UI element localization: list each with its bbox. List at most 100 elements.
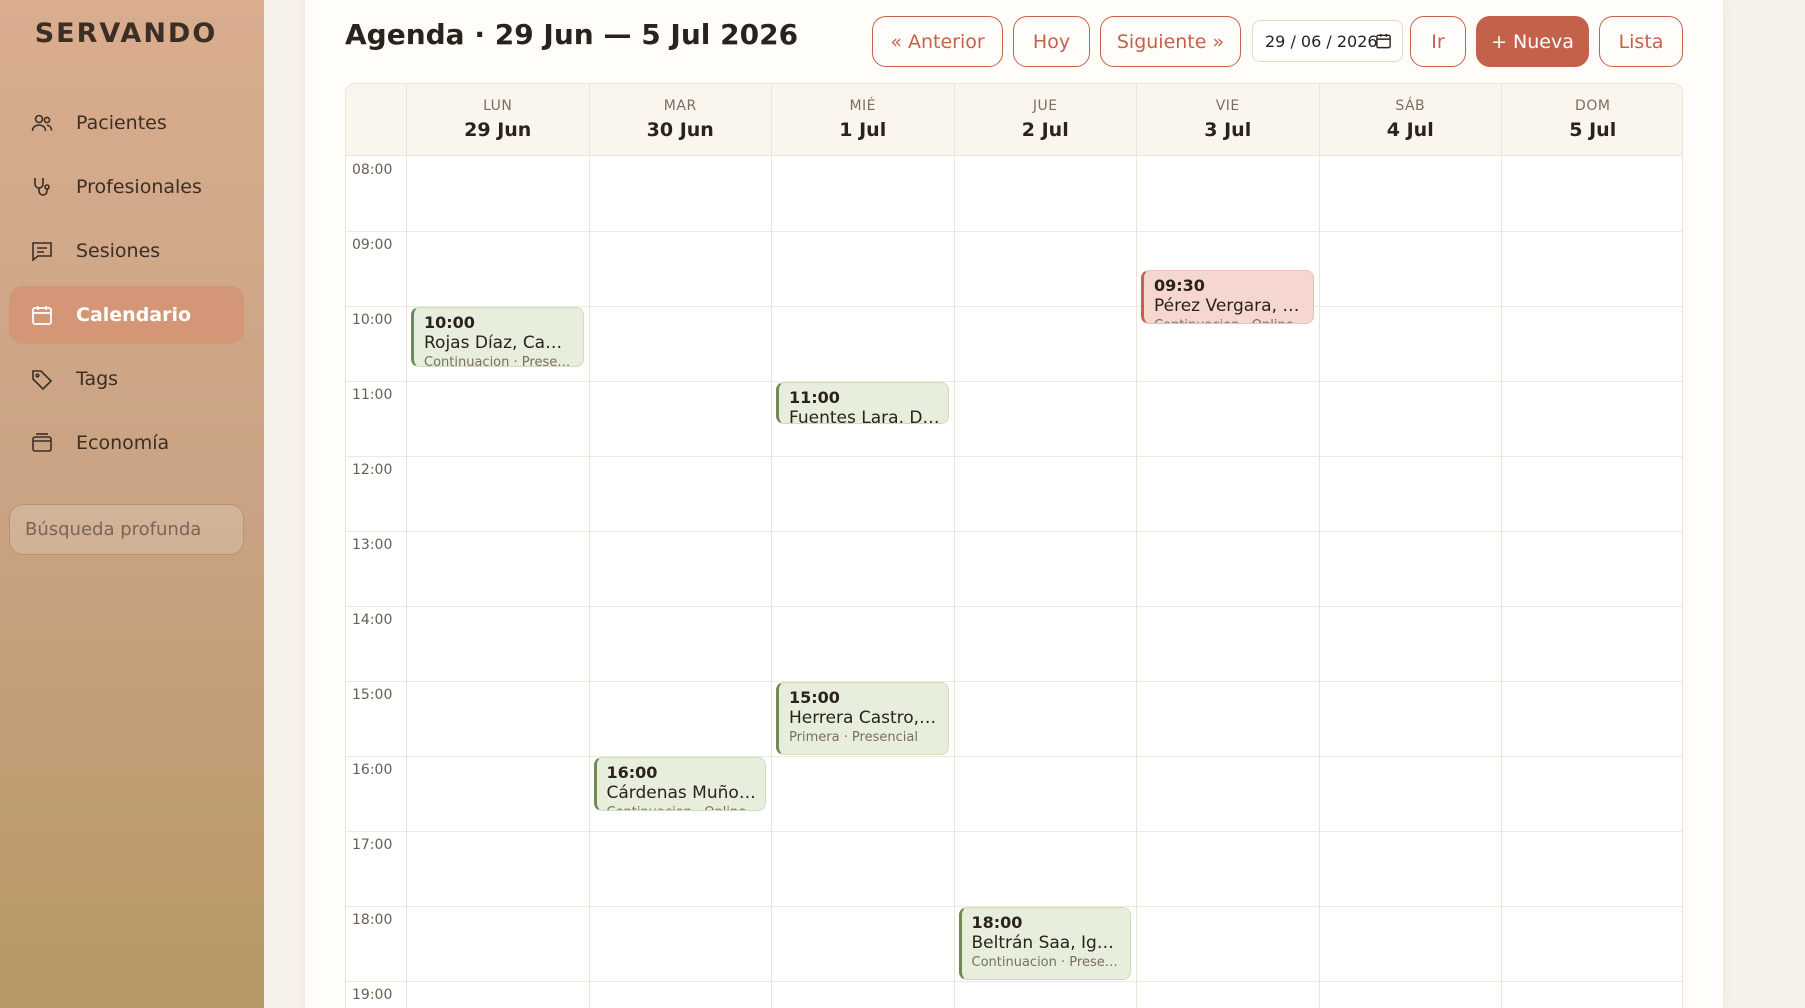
- day-column-divider: [1136, 156, 1137, 1008]
- today-button[interactable]: Hoy: [1013, 16, 1090, 67]
- appointment-event[interactable]: 18:00Beltrán Saa, Ignacio Continuacion · …: [958, 907, 1131, 980]
- stethoscope-icon: [30, 175, 54, 199]
- sidebar-item-tags[interactable]: Tags: [9, 350, 244, 408]
- sidebar-item-sesiones[interactable]: Sesiones: [9, 222, 244, 280]
- hour-label: 18:00: [352, 912, 393, 928]
- day-date-label: 5 Jul: [1569, 119, 1617, 141]
- appointment-meta: Continuacion · Online: [607, 804, 758, 810]
- day-of-week-label: MIÉ: [849, 98, 877, 114]
- hour-label: 17:00: [352, 837, 393, 853]
- day-of-week-label: SÁB: [1395, 98, 1426, 114]
- sidebar: SERVANDO Pacientes Profesionales Sesione…: [0, 0, 264, 1008]
- day-column-divider: [1501, 156, 1502, 1008]
- hour-label: 16:00: [352, 762, 393, 778]
- hour-label: 09:00: [352, 237, 393, 253]
- day-column-divider: [588, 156, 590, 1008]
- day-date-label: 3 Jul: [1204, 119, 1252, 141]
- date-picker-field[interactable]: 29 / 06 / 2026: [1252, 20, 1403, 62]
- day-header: MIÉ 1 Jul: [771, 84, 954, 156]
- appointment-meta: Continuacion · Presencial: [971, 955, 1123, 970]
- calendar-icon: [30, 303, 54, 327]
- sidebar-item-label: Sesiones: [76, 240, 161, 262]
- hour-row-divider: [346, 606, 1682, 607]
- hour-label: 13:00: [352, 537, 393, 553]
- day-date-label: 29 Jun: [464, 119, 532, 141]
- hour-row-divider: [346, 381, 1682, 382]
- hour-label: 14:00: [352, 612, 393, 628]
- day-date-label: 2 Jul: [1021, 119, 1069, 141]
- calendar-header: LUN 29 Jun MAR 30 Jun MIÉ 1 Jul JUE 2 Jul VIE 3 J…: [346, 84, 1682, 156]
- appointment-patient-name: Beltrán Saa, Ignacio: [971, 933, 1123, 953]
- sidebar-item-label: Calendario: [76, 304, 192, 326]
- day-date-label: 30 Jun: [646, 119, 714, 141]
- page-title: Agenda · 29 Jun — 5 Jul 2026: [345, 18, 799, 51]
- wallet-icon: [30, 431, 54, 455]
- date-picker-value: 29 / 06 / 2026: [1265, 31, 1378, 51]
- hour-row-divider: [346, 981, 1682, 982]
- appointment-event[interactable]: 09:30Pérez Vergara, ConstanzaContinuacio…: [1141, 269, 1314, 324]
- hour-label: 10:00: [352, 312, 393, 328]
- go-button[interactable]: Ir: [1410, 16, 1466, 67]
- day-date-label: 4 Jul: [1386, 119, 1434, 141]
- sidebar-item-label: Tags: [76, 368, 119, 390]
- hour-row-divider: [346, 531, 1682, 532]
- hour-row-divider: [346, 681, 1682, 682]
- week-calendar: LUN 29 Jun MAR 30 Jun MIÉ 1 Jul JUE 2 Jul VIE 3 J…: [345, 83, 1683, 1008]
- users-icon: [30, 111, 54, 135]
- list-view-button[interactable]: Lista: [1599, 16, 1683, 67]
- sidebar-item-pacientes[interactable]: Pacientes: [9, 94, 244, 152]
- appointment-patient-name: Rojas Díaz, Camila: [424, 333, 575, 353]
- hour-row-divider: [346, 231, 1682, 232]
- appointment-patient-name: Cárdenas Muñoz, Valentina: [606, 783, 758, 803]
- sidebar-item-calendario[interactable]: Calendario: [9, 286, 244, 344]
- day-header: LUN 29 Jun: [406, 84, 589, 156]
- tag-icon: [30, 367, 54, 391]
- appointment-event[interactable]: 16:00Cárdenas Muñoz, ValentinaContinuaci…: [593, 757, 766, 812]
- sidebar-item-profesionales[interactable]: Profesionales: [9, 158, 244, 216]
- new-appointment-button[interactable]: + Nueva: [1476, 16, 1589, 67]
- appointment-event[interactable]: 11:00Fuentes Lara, Daniela: [776, 382, 949, 424]
- appointment-meta: Continuacion · Presencial: [424, 355, 575, 368]
- hour-row-divider: [346, 831, 1682, 832]
- appointment-time: 18:00: [971, 913, 1023, 932]
- appointment-time: 16:00: [606, 763, 658, 782]
- appointment-patient-name: Herrera Castro, Tomás: [789, 708, 940, 728]
- hour-label: 15:00: [352, 687, 393, 703]
- appointment-event[interactable]: 15:00Herrera Castro, Tomás Primera · Pres…: [776, 682, 949, 755]
- previous-week-button[interactable]: « Anterior: [872, 16, 1003, 67]
- day-date-label: 1 Jul: [839, 119, 887, 141]
- message-icon: [30, 239, 54, 263]
- day-header: DOM 5 Jul: [1501, 84, 1682, 156]
- appointment-patient-name: Pérez Vergara, Constanza: [1154, 295, 1305, 316]
- day-of-week-label: DOM: [1575, 98, 1611, 114]
- sidebar-nav: Pacientes Profesionales Sesiones Calenda…: [9, 94, 244, 478]
- appointment-time: 09:30: [1154, 275, 1205, 295]
- hour-label: 08:00: [352, 162, 393, 178]
- day-header: MAR 30 Jun: [588, 84, 772, 156]
- day-column-divider: [953, 156, 955, 1008]
- day-header: JUE 2 Jul: [953, 84, 1137, 156]
- hour-row-divider: [346, 756, 1682, 757]
- day-of-week-label: MAR: [663, 98, 697, 114]
- sidebar-item-label: Economía: [76, 432, 170, 454]
- appointment-time: 15:00: [789, 688, 840, 707]
- day-column-divider: [771, 156, 772, 1008]
- day-header: SÁB 4 Jul: [1318, 84, 1502, 156]
- hour-label: 19:00: [352, 987, 393, 1003]
- deep-search-input[interactable]: [9, 504, 244, 555]
- day-column-divider: [1318, 156, 1320, 1008]
- hour-label: 11:00: [352, 387, 393, 403]
- app-brand: SERVANDO: [34, 18, 218, 49]
- appointment-meta: Continuacion · Online: [1154, 317, 1305, 323]
- day-column-divider: [406, 156, 407, 1008]
- appointment-time: 10:00: [424, 313, 475, 332]
- hour-row-divider: [346, 456, 1682, 457]
- next-week-button[interactable]: Siguiente »: [1100, 16, 1241, 67]
- calendar-icon[interactable]: [1375, 32, 1392, 50]
- sidebar-item-economia[interactable]: Economía: [9, 414, 244, 472]
- sidebar-item-label: Pacientes: [76, 112, 167, 134]
- appointment-patient-name: Fuentes Lara, Daniela: [789, 408, 940, 424]
- appointment-event[interactable]: 10:00 Rojas Díaz, Camila Continuacion · Pr…: [411, 307, 584, 368]
- appointment-time: 11:00: [789, 388, 840, 407]
- sidebar-item-label: Profesionales: [76, 176, 202, 198]
